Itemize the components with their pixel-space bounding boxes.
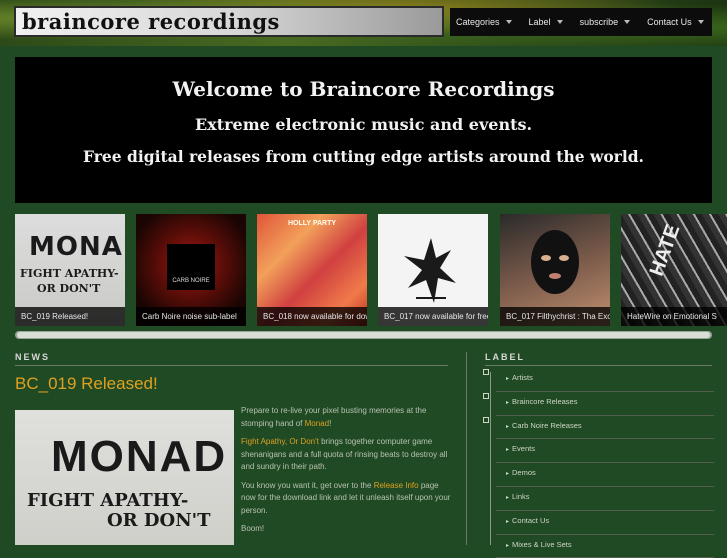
slide-caption[interactable]: BC_019 Released! [15,307,125,326]
scrollbar-thumb[interactable] [17,332,710,338]
nav-item-label-menu[interactable]: Label [522,17,563,27]
bullet-icon: ▸ [506,471,510,478]
slide-caption[interactable]: BC_017 Filthychrist : Tha Exo [500,307,610,326]
chevron-down-icon[interactable] [697,20,704,24]
header: braincore recordings Categories Label su… [0,0,727,46]
carousel-slide[interactable]: BC_017 Filthychrist : Tha Exo [500,214,610,326]
bullet-icon: ▸ [506,376,510,382]
cover-art: CARB NOIRE [167,244,215,290]
cover-art [531,230,579,294]
nav-item-subscribe[interactable]: subscribe [573,17,631,27]
slide-caption[interactable]: BC_017 now available for free [378,307,488,326]
bullet-icon: ▸ [506,494,510,501]
divider [485,365,712,366]
label-item-demos[interactable]: ▸ Demos [496,463,714,487]
post-image[interactable]: MONAD FIGHT APATHY- OR DON'T [15,410,234,545]
nav-item-label[interactable]: Contact Us [647,17,692,27]
release-info-link[interactable]: Release Info [374,481,419,490]
post-text: Boom! [241,524,265,533]
site-logo[interactable]: braincore recordings [14,6,444,37]
carousel-slide[interactable]: HOLLY PARTY BC_018 now available for dow [257,214,367,326]
label-item-text[interactable]: Demos [512,468,536,477]
post-text: You know you want it, get over to the [241,480,374,490]
post-paragraph: Fight Apathy, Or Don't brings together c… [241,436,451,474]
chevron-down-icon[interactable] [556,20,563,24]
main-nav: Categories Label subscribe Contact Us [450,8,712,36]
artist-link[interactable]: Monad [305,419,329,428]
slide-caption[interactable]: HateWire on Emotional S [621,307,727,326]
bullet-icon: ▸ [506,518,510,525]
label-item-text[interactable]: Carb Noire Releases [512,421,582,430]
label-item-text[interactable]: Contact Us [512,516,549,525]
label-item-events[interactable]: ▸ Events [496,439,714,464]
post-paragraph: Boom! [241,523,451,536]
label-item-text[interactable]: Braincore Releases [512,397,577,406]
label-item-braincore-releases[interactable]: ▸ Braincore Releases [483,392,714,416]
slide-caption[interactable]: BC_018 now available for dow [257,307,367,326]
cover-art-text: HATE [645,221,685,279]
post-paragraph: Prepare to re-live your pixel busting me… [241,405,451,430]
site-logo-text[interactable]: braincore recordings [22,8,280,35]
label-item-text[interactable]: Artists [512,373,533,382]
carousel-slide[interactable]: MONAD FIGHT APATHY- OR DON'T BC_019 Rele… [15,214,125,326]
post-text: ! [329,418,332,428]
cover-art-text: CARB NOIRE [172,278,210,284]
release-carousel: MONAD FIGHT APATHY- OR DON'T BC_019 Rele… [15,214,727,327]
banner-title: Welcome to Braincore Recordings [172,77,555,101]
label-item-artists[interactable]: ▸ Artists [483,368,714,392]
column-divider [466,352,467,545]
post-title[interactable]: BC_019 Released! [15,374,158,394]
nav-item-contact[interactable]: Contact Us [640,17,704,27]
cover-art-text: MONAD [51,432,228,481]
post-text: Prepare to re-live your pixel busting me… [241,406,427,428]
carousel-slide[interactable]: CARB NOIRE Carb Noire noise sub-label [136,214,246,326]
label-item-text[interactable]: Mixes & Live Sets [512,540,572,549]
release-link[interactable]: Fight Apathy, Or Don't [241,437,319,446]
label-item-contact-us[interactable]: ▸ Contact Us [496,511,714,535]
chevron-down-icon[interactable] [505,20,512,24]
divider [15,365,448,366]
expand-icon[interactable] [483,392,489,399]
label-item-carb-noire-releases[interactable]: ▸ Carb Noire Releases [483,416,714,440]
post-body: Prepare to re-live your pixel busting me… [241,405,451,542]
cover-art-text: FIGHT APATHY- [20,267,119,280]
post-paragraph: You know you want it, get over to the Re… [241,480,451,518]
banner-subtitle: Extreme electronic music and events. [194,115,533,134]
slide-caption[interactable]: Carb Noire noise sub-label [136,307,246,326]
cover-art-text: OR DON'T [107,510,211,531]
welcome-banner: Welcome to Braincore Recordings Extreme … [15,57,712,203]
cover-art-text: OR DON'T [37,282,101,295]
cover-art [404,238,456,303]
nav-item-label[interactable]: subscribe [580,17,619,27]
expand-icon[interactable] [483,369,489,375]
cover-art-text: FIGHT APATHY- [27,490,189,511]
label-item-text[interactable]: Links [512,492,530,501]
bullet-icon: ▸ [506,542,510,549]
label-heading: LABEL [485,352,525,362]
cover-art-text: MONAD [29,232,125,262]
carousel-slide[interactable]: HATE HateWire on Emotional S [621,214,727,326]
nav-item-label[interactable]: Label [529,17,551,27]
bullet-icon: ▸ [506,423,510,430]
carousel-slide[interactable]: BC_017 now available for free [378,214,488,326]
chevron-down-icon[interactable] [624,20,631,24]
cover-art-text: HOLLY PARTY [287,220,337,227]
expand-icon[interactable] [483,416,489,423]
bullet-icon: ▸ [506,447,510,454]
carousel-scrollbar[interactable] [15,331,712,339]
nav-item-categories[interactable]: Categories [450,17,512,27]
bullet-icon: ▸ [506,399,510,406]
nav-item-label[interactable]: Categories [456,17,500,27]
label-item-text[interactable]: Events [512,444,535,453]
label-item-mixes[interactable]: ▸ Mixes & Live Sets [496,535,714,558]
label-item-links[interactable]: ▸ Links [496,487,714,511]
news-heading: NEWS [15,352,50,362]
banner-tagline: Free digital releases from cutting edge … [83,147,644,166]
label-menu: ▸ Artists ▸ Braincore Releases ▸ Carb Noire… [483,368,714,558]
